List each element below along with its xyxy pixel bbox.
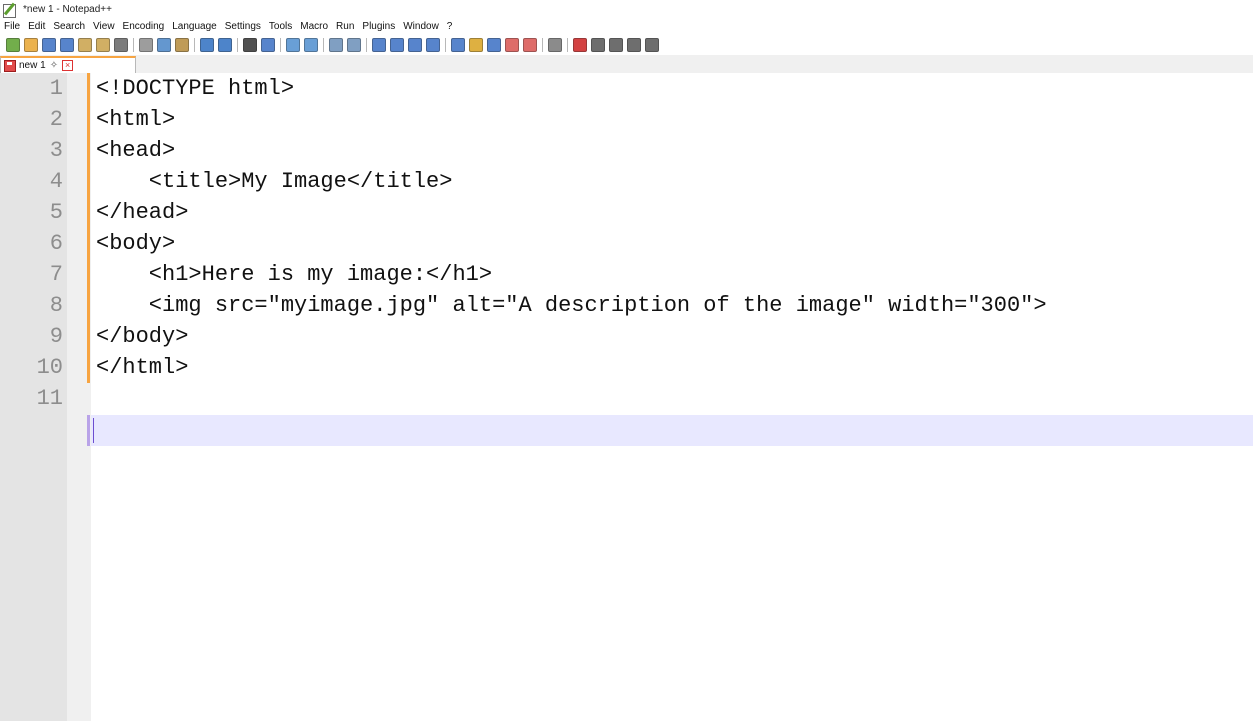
toolbar-separator [280, 37, 281, 52]
current-line-highlight [91, 415, 1253, 446]
code-line[interactable]: </body> [96, 321, 1047, 352]
close-icon[interactable] [78, 37, 92, 52]
tab-bar: new 1 ✧ × [0, 55, 1253, 74]
menu-bar: File Edit Search View Encoding Language … [0, 18, 1253, 34]
folder-workspace-icon[interactable] [505, 37, 519, 52]
tab-label: new 1 [19, 60, 46, 71]
paste-icon[interactable] [175, 37, 189, 52]
macro-save-icon[interactable] [645, 37, 659, 52]
macro-start-icon[interactable] [573, 37, 587, 52]
menu-search[interactable]: Search [53, 21, 85, 32]
code-line[interactable]: </html> [96, 352, 1047, 383]
code-line[interactable] [96, 383, 1047, 414]
window-title: *new 1 - Notepad++ [23, 3, 112, 15]
menu-view[interactable]: View [93, 21, 115, 32]
line-numbers: 1 2 3 4 5 6 7 8 9 10 11 [0, 73, 67, 414]
cut-icon[interactable] [139, 37, 153, 52]
line-number: 5 [49, 200, 63, 225]
code-line[interactable]: <html> [96, 104, 1047, 135]
save-icon[interactable] [42, 37, 56, 52]
replace-icon[interactable] [261, 37, 275, 52]
doc-map-icon[interactable] [426, 37, 440, 52]
menu-language[interactable]: Language [172, 21, 217, 32]
zoom-in-icon[interactable] [286, 37, 300, 52]
close-all-icon[interactable] [96, 37, 110, 52]
udl-icon[interactable] [451, 37, 465, 52]
title-bar: *new 1 - Notepad++ [0, 0, 1253, 18]
menu-file[interactable]: File [4, 21, 20, 32]
line-number: 10 [36, 355, 63, 380]
redo-icon[interactable] [218, 37, 232, 52]
menu-tools[interactable]: Tools [269, 21, 292, 32]
undo-icon[interactable] [200, 37, 214, 52]
save-all-icon[interactable] [60, 37, 74, 52]
zoom-out-icon[interactable] [304, 37, 318, 52]
code-line[interactable]: <img src="myimage.jpg" alt="A descriptio… [96, 290, 1047, 321]
toolbar-separator [194, 37, 195, 52]
line-number: 3 [49, 138, 63, 163]
code-line[interactable]: </head> [96, 197, 1047, 228]
menu-run[interactable]: Run [336, 21, 354, 32]
line-number: 9 [49, 324, 63, 349]
macro-record-icon[interactable] [548, 37, 562, 52]
word-wrap-icon[interactable] [372, 37, 386, 52]
code-line[interactable]: <body> [96, 228, 1047, 259]
toolbar-separator [567, 37, 568, 52]
menu-help[interactable]: ? [447, 21, 453, 32]
menu-plugins[interactable]: Plugins [362, 21, 395, 32]
toolbar-separator [323, 37, 324, 52]
print-icon[interactable] [114, 37, 128, 52]
macro-run-multiple-icon[interactable] [627, 37, 641, 52]
line-number: 8 [49, 293, 63, 318]
monitoring-icon[interactable] [523, 37, 537, 52]
tab-new-1[interactable]: new 1 ✧ × [0, 56, 136, 73]
doc-list-icon[interactable] [469, 37, 483, 52]
tab-close-icon[interactable]: × [62, 60, 74, 71]
sync-vertical-icon[interactable] [329, 37, 343, 52]
copy-icon[interactable] [157, 37, 171, 52]
line-number: 7 [49, 262, 63, 287]
menu-window[interactable]: Window [403, 21, 439, 32]
notepad-plus-plus-icon [2, 2, 18, 18]
editor[interactable]: 1 2 3 4 5 6 7 8 9 10 11 <!DOCTYPE html> … [0, 73, 1253, 721]
text-caret [93, 418, 94, 443]
menu-edit[interactable]: Edit [28, 21, 45, 32]
line-number: 1 [49, 76, 63, 101]
menu-macro[interactable]: Macro [300, 21, 328, 32]
line-number: 2 [49, 107, 63, 132]
function-list-icon[interactable] [487, 37, 501, 52]
toolbar-separator [445, 37, 446, 52]
toolbar-separator [366, 37, 367, 52]
line-number: 11 [36, 386, 63, 411]
current-line-marker [87, 415, 90, 446]
menu-encoding[interactable]: Encoding [123, 21, 165, 32]
unsaved-file-icon [4, 59, 16, 72]
change-history-marker [87, 73, 90, 383]
line-number: 6 [49, 231, 63, 256]
show-all-chars-icon[interactable] [390, 37, 404, 52]
code-line[interactable]: <title>My Image</title> [96, 166, 1047, 197]
open-file-icon[interactable] [24, 37, 38, 52]
new-file-icon[interactable] [6, 37, 20, 52]
pin-icon[interactable]: ✧ [50, 60, 58, 71]
find-icon[interactable] [243, 37, 257, 52]
toolbar [0, 34, 1253, 55]
line-number: 4 [49, 169, 63, 194]
code-area[interactable]: <!DOCTYPE html> <html> <head> <title>My … [96, 73, 1047, 414]
macro-stop-icon[interactable] [591, 37, 605, 52]
indent-guide-icon[interactable] [408, 37, 422, 52]
code-line[interactable]: <head> [96, 135, 1047, 166]
macro-play-icon[interactable] [609, 37, 623, 52]
toolbar-separator [237, 37, 238, 52]
code-line[interactable]: <!DOCTYPE html> [96, 73, 1047, 104]
sync-horizontal-icon[interactable] [347, 37, 361, 52]
code-line[interactable]: <h1>Here is my image:</h1> [96, 259, 1047, 290]
toolbar-separator [542, 37, 543, 52]
toolbar-separator [133, 37, 134, 52]
menu-settings[interactable]: Settings [225, 21, 261, 32]
